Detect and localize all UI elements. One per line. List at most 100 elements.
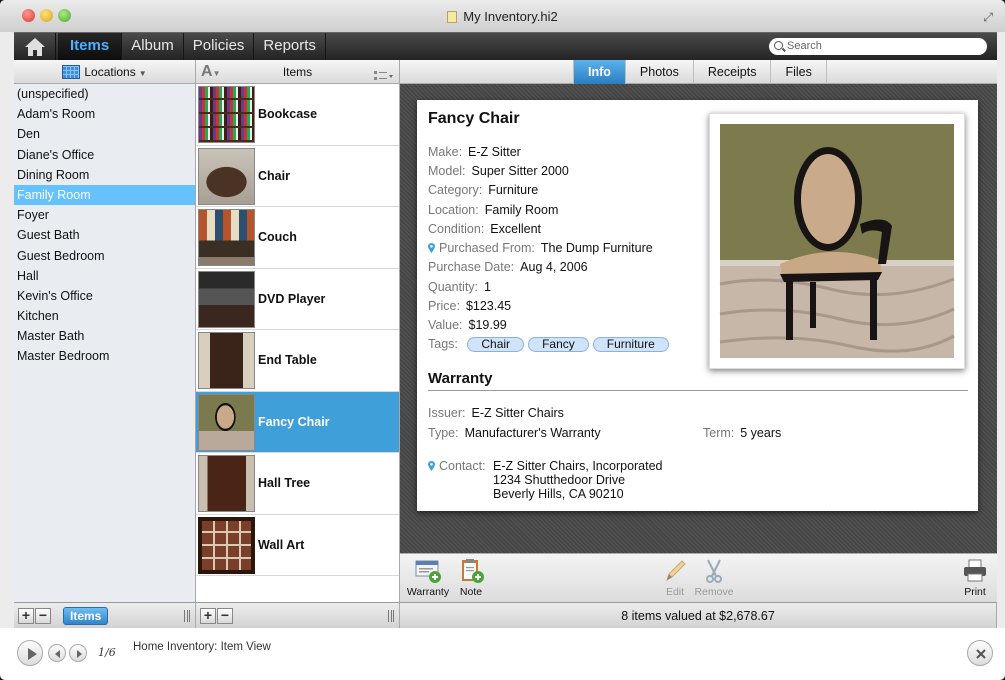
resize-grip[interactable] [184,610,190,622]
sidebar-item-guest-bedroom[interactable]: Guest Bedroom [14,246,195,266]
tab-reports[interactable]: Reports [254,33,326,60]
remove-button[interactable]: Remove [689,558,739,598]
location-pin-icon[interactable] [428,243,435,253]
tag-chair[interactable]: Chair [467,337,525,352]
list-item[interactable]: Wall Art [196,515,399,576]
search-input[interactable]: Search [769,38,987,55]
previous-button[interactable] [48,644,66,662]
itemlist-bottom-bar: + − [196,602,400,628]
pencil-icon [666,560,686,582]
category-value: Furniture [488,183,539,197]
item-name: DVD Player [258,291,326,306]
make-value: E-Z Sitter [468,145,521,159]
printer-icon [964,559,986,582]
hall-tree-thumbnail [198,455,255,512]
next-button[interactable] [69,644,87,662]
play-icon [28,648,37,660]
resize-grip[interactable] [388,610,394,622]
item-name: Wall Art [258,537,305,552]
sidebar-item-foyer[interactable]: Foyer [14,205,195,225]
item-list: Bookcase Chair Couch DVD Player End Tabl… [196,84,400,602]
sidebar-item-dining-room[interactable]: Dining Room [14,165,195,185]
make-label: Make: [428,145,463,159]
remove-label: Remove [694,586,734,598]
main-toolbar: Items Album Policies Reports Search [14,32,997,60]
add-location-button[interactable]: + [18,608,34,624]
list-item[interactable]: DVD Player [196,269,399,330]
remove-location-button[interactable]: − [35,608,51,624]
close-player-button[interactable] [967,640,993,666]
add-note-button[interactable]: Note [446,558,496,598]
sidebar-item-guest-bath[interactable]: Guest Bath [14,225,195,245]
fullscreen-icon[interactable]: ⤢ [983,10,993,25]
tab-photos[interactable]: Photos [624,60,693,84]
issuer-value: E-Z Sitter Chairs [471,406,564,420]
quantity-label: Quantity: [428,280,479,294]
list-item[interactable]: Fancy Chair [196,391,399,453]
fancy-chair-photo [719,124,955,358]
locations-header[interactable]: Locations ▼ [14,60,196,84]
previous-icon [55,650,60,658]
tab-items[interactable]: Items [58,33,123,60]
sort-icon: A [201,63,213,80]
model-field: Model: Super Sitter 2000 [428,164,569,178]
contact-line: 1234 Shutthedoor Drive [493,473,626,487]
play-button[interactable] [17,640,43,666]
add-item-button[interactable]: + [200,608,216,624]
tab-info[interactable]: Info [573,60,625,84]
sidebar-item-kitchen[interactable]: Kitchen [14,306,195,326]
tags-field: Tags: Chair Fancy Furniture [428,337,673,352]
quantity-field: Quantity: 1 [428,280,491,294]
sidebar-item-hall[interactable]: Hall [14,266,195,286]
contact-label: Contact: [439,459,486,473]
quantity-value: 1 [484,280,491,294]
tab-album[interactable]: Album [122,33,184,60]
sidebar-item-unspecified[interactable]: (unspecified) [14,84,195,104]
title-bar: My Inventory.hi2 ⤢ [0,0,1005,32]
locations-icon [62,65,81,79]
sidebar-item-master-bedroom[interactable]: Master Bedroom [14,346,195,366]
tab-policies[interactable]: Policies [184,33,255,60]
warranty-type-value: Manufacturer's Warranty [464,426,601,440]
print-button[interactable]: Print [950,558,1000,598]
tab-receipts[interactable]: Receipts [692,60,771,84]
view-options-icon[interactable] [374,66,394,80]
model-label: Model: [428,164,466,178]
close-icon [976,649,986,659]
warranty-label: Warranty [406,586,450,598]
home-button[interactable] [14,33,56,60]
search-placeholder: Search [787,40,822,52]
condition-value: Excellent [490,222,542,236]
make-field: Make: E-Z Sitter [428,145,521,159]
app-window: My Inventory.hi2 ⤢ Items Album Policies … [0,0,1005,628]
purchase-date-value: Aug 4, 2006 [520,260,588,274]
list-item[interactable]: End Table [196,330,399,392]
action-bar: Warranty Note Edit Remove Print [400,553,997,602]
sidebar-item-family-room[interactable]: Family Room [14,184,195,206]
detail-tabbar: Info Photos Receipts Files [400,60,997,84]
sort-menu[interactable]: A▼ [201,60,220,86]
tab-files[interactable]: Files [770,60,827,84]
item-photo[interactable] [709,113,965,369]
sidebar-item-den[interactable]: Den [14,124,195,144]
sidebar-item-master-bath[interactable]: Master Bath [14,326,195,346]
note-icon [462,559,484,583]
remove-item-button[interactable]: − [217,608,233,624]
sidebar-item-dianes-office[interactable]: Diane's Office [14,145,195,165]
warranty-type-label: Type: [428,426,459,440]
tag-furniture[interactable]: Furniture [592,337,669,352]
list-item[interactable]: Couch [196,207,399,269]
tag-fancy[interactable]: Fancy [528,337,589,352]
location-field: Location: Family Room [428,203,558,217]
list-item[interactable]: Chair [196,146,399,207]
location-pin-icon[interactable] [428,461,435,471]
sidebar-item-kevins-office[interactable]: Kevin's Office [14,286,195,306]
purchased-from-field: Purchased From: The Dump Furniture [428,241,653,255]
item-detail-card: Fancy Chair Make: E-Z Sitter Model: Super … [417,100,978,511]
list-item[interactable]: Bookcase [196,84,399,146]
items-toggle-button[interactable]: Items [63,607,109,625]
item-name: Bookcase [258,107,318,121]
sidebar-item-adams-room[interactable]: Adam's Room [14,104,195,124]
list-item[interactable]: Hall Tree [196,453,399,515]
condition-field: Condition: Excellent [428,222,541,236]
